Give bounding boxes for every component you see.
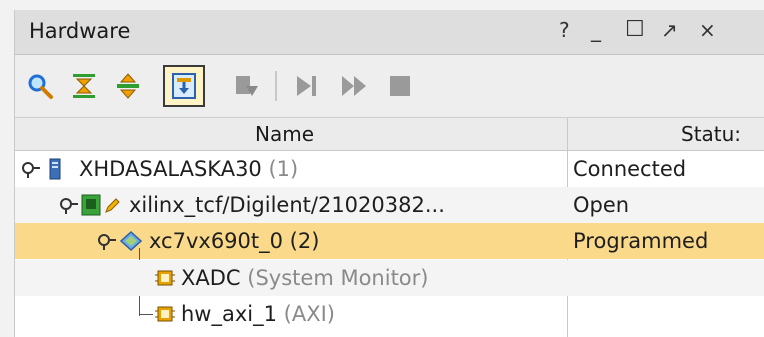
status-text: Connected: [573, 157, 687, 181]
run-trigger-immediate-button[interactable]: [333, 65, 375, 107]
tree-row-hw-axi[interactable]: hw_axi_1 (AXI): [15, 296, 764, 332]
search-button[interactable]: [19, 65, 61, 107]
column-header-name[interactable]: Name: [255, 118, 314, 150]
pin-icon: [60, 198, 78, 214]
server-icon: [49, 158, 61, 180]
close-button[interactable]: ×: [699, 16, 716, 44]
run-trigger-icon: [297, 76, 316, 96]
toolbar-separator: [275, 71, 277, 101]
column-header-status[interactable]: Statu:: [681, 118, 741, 150]
pin-icon: [98, 234, 116, 250]
run-trigger-immediate-icon: [342, 76, 366, 96]
tree-label: XHDASALASKA30 (1): [79, 151, 298, 187]
status-text: Open: [573, 193, 630, 217]
program-device-button[interactable]: [225, 65, 267, 107]
tree-row-target[interactable]: xilinx_tcf/Digilent/21020382... Open: [15, 187, 764, 223]
auto-connect-button[interactable]: [163, 65, 205, 107]
tree-label: XADC (System Monitor): [181, 260, 428, 296]
core-type: (AXI): [283, 302, 336, 326]
collapse-all-icon: [73, 74, 95, 98]
panel-titlebar: Hardware ? _ ☐ ↗ ×: [15, 10, 764, 55]
table-header: Name Statu:: [15, 118, 764, 151]
expand-all-icon: [117, 73, 139, 99]
debug-core-icon: [155, 306, 175, 322]
tree-row-server[interactable]: XHDASALASKA30 (1) Connected: [15, 151, 764, 187]
board-icon: [81, 194, 101, 216]
maximize-button[interactable]: ☐: [625, 16, 645, 44]
tree-label: hw_axi_1 (AXI): [181, 296, 335, 332]
device-name: xc7vx690t_0 (2): [149, 229, 320, 253]
pencil-icon: [105, 198, 120, 213]
collapse-all-button[interactable]: [63, 65, 105, 107]
stop-trigger-icon: [390, 76, 410, 96]
core-type: (System Monitor): [247, 266, 429, 290]
hardware-toolbar: [15, 55, 764, 118]
program-device-icon: [236, 76, 258, 96]
help-button[interactable]: ?: [559, 16, 570, 44]
server-name: XHDASALASKA30: [79, 157, 262, 181]
status-text: Programmed: [573, 229, 709, 253]
target-name: xilinx_tcf/Digilent/21020382...: [129, 193, 445, 217]
stop-trigger-button[interactable]: [379, 65, 421, 107]
minimize-button[interactable]: _: [591, 16, 601, 44]
hardware-panel: Hardware ? _ ☐ ↗ × Name Statu: XHDASALAS…: [14, 10, 764, 337]
panel-title: Hardware: [29, 19, 131, 43]
core-name: hw_axi_1: [181, 302, 277, 326]
run-trigger-button[interactable]: [285, 65, 327, 107]
core-name: XADC: [181, 266, 241, 290]
float-button[interactable]: ↗: [661, 16, 678, 44]
server-count: (1): [268, 157, 299, 181]
debug-core-icon: [155, 270, 175, 286]
expand-all-button[interactable]: [107, 65, 149, 107]
search-icon: [28, 74, 53, 99]
tree-row-device[interactable]: xc7vx690t_0 (2) Programmed: [15, 223, 764, 259]
tree-row-xadc[interactable]: XADC (System Monitor): [15, 260, 764, 296]
pin-icon: [22, 162, 40, 178]
auto-connect-icon: [172, 73, 196, 99]
